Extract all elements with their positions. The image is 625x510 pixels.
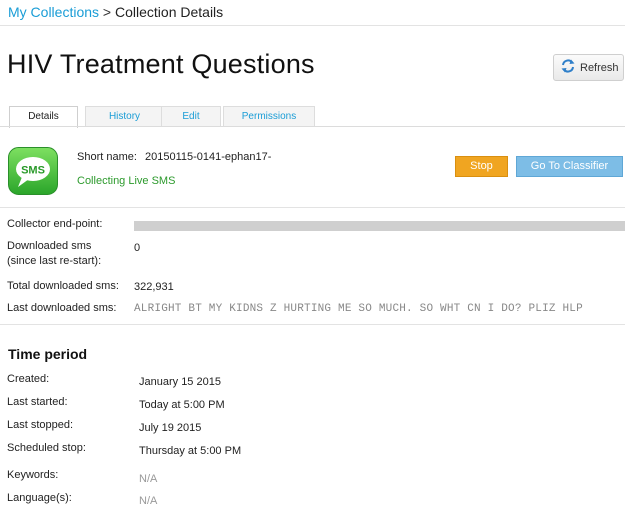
stop-button[interactable]: Stop [455,156,508,177]
created-label: Created: [7,373,50,385]
refresh-label: Refresh [580,61,619,74]
last-started-value: Today at 5:00 PM [139,399,225,411]
endpoint-label: Collector end-point: [7,218,103,230]
scheduled-stop-value: Thursday at 5:00 PM [139,445,242,457]
tab-edit[interactable]: Edit [161,106,221,127]
created-value: January 15 2015 [139,376,221,388]
last-stopped-value: July 19 2015 [139,422,202,434]
total-downloaded-value: 322,931 [134,281,174,293]
refresh-button[interactable]: Refresh [553,54,624,81]
refresh-icon [560,58,576,77]
endpoint-redacted-value [134,221,625,231]
breadcrumb-current: Collection Details [115,4,224,20]
last-started-label: Last started: [7,396,68,408]
short-name-label: Short name: [77,151,137,163]
last-downloaded-label: Last downloaded sms: [7,302,117,314]
go-to-classifier-button[interactable]: Go To Classifier [516,156,623,177]
breadcrumb-my-collections-link[interactable]: My Collections [8,4,99,20]
collection-status: Collecting Live SMS [77,175,176,187]
time-period-title: Time period [8,346,88,362]
breadcrumb-divider [0,25,625,26]
last-stopped-label: Last stopped: [7,419,74,431]
downloaded-label: Downloaded sms [7,240,92,252]
page-title: HIV Treatment Questions [7,49,315,79]
downloaded-value: 0 [134,242,141,254]
tab-permissions[interactable]: Permissions [223,106,315,127]
keywords-label: Keywords: [7,469,59,481]
total-downloaded-label: Total downloaded sms: [7,280,119,292]
breadcrumb-separator: > [102,4,112,20]
breadcrumb: My Collections > Collection Details [8,3,223,21]
keywords-value: N/A [139,473,158,485]
last-downloaded-value: ALRIGHT BT MY KIDNS Z HURTING ME SO MUCH… [134,303,583,315]
short-name-value: 20150115-0141-ephan17- [145,151,272,163]
tab-details[interactable]: Details [9,106,78,128]
languages-value: N/A [139,495,158,507]
sms-icon-text: SMS [21,165,45,177]
languages-label: Language(s): [7,492,72,504]
tabs-divider [0,126,625,127]
section-divider [0,207,625,208]
section-divider [0,324,625,325]
sms-bubble-icon: SMS [8,147,58,195]
downloaded-sublabel: (since last re-start): [7,255,102,267]
tab-history[interactable]: History [85,106,164,127]
scheduled-stop-label: Scheduled stop: [7,442,86,454]
